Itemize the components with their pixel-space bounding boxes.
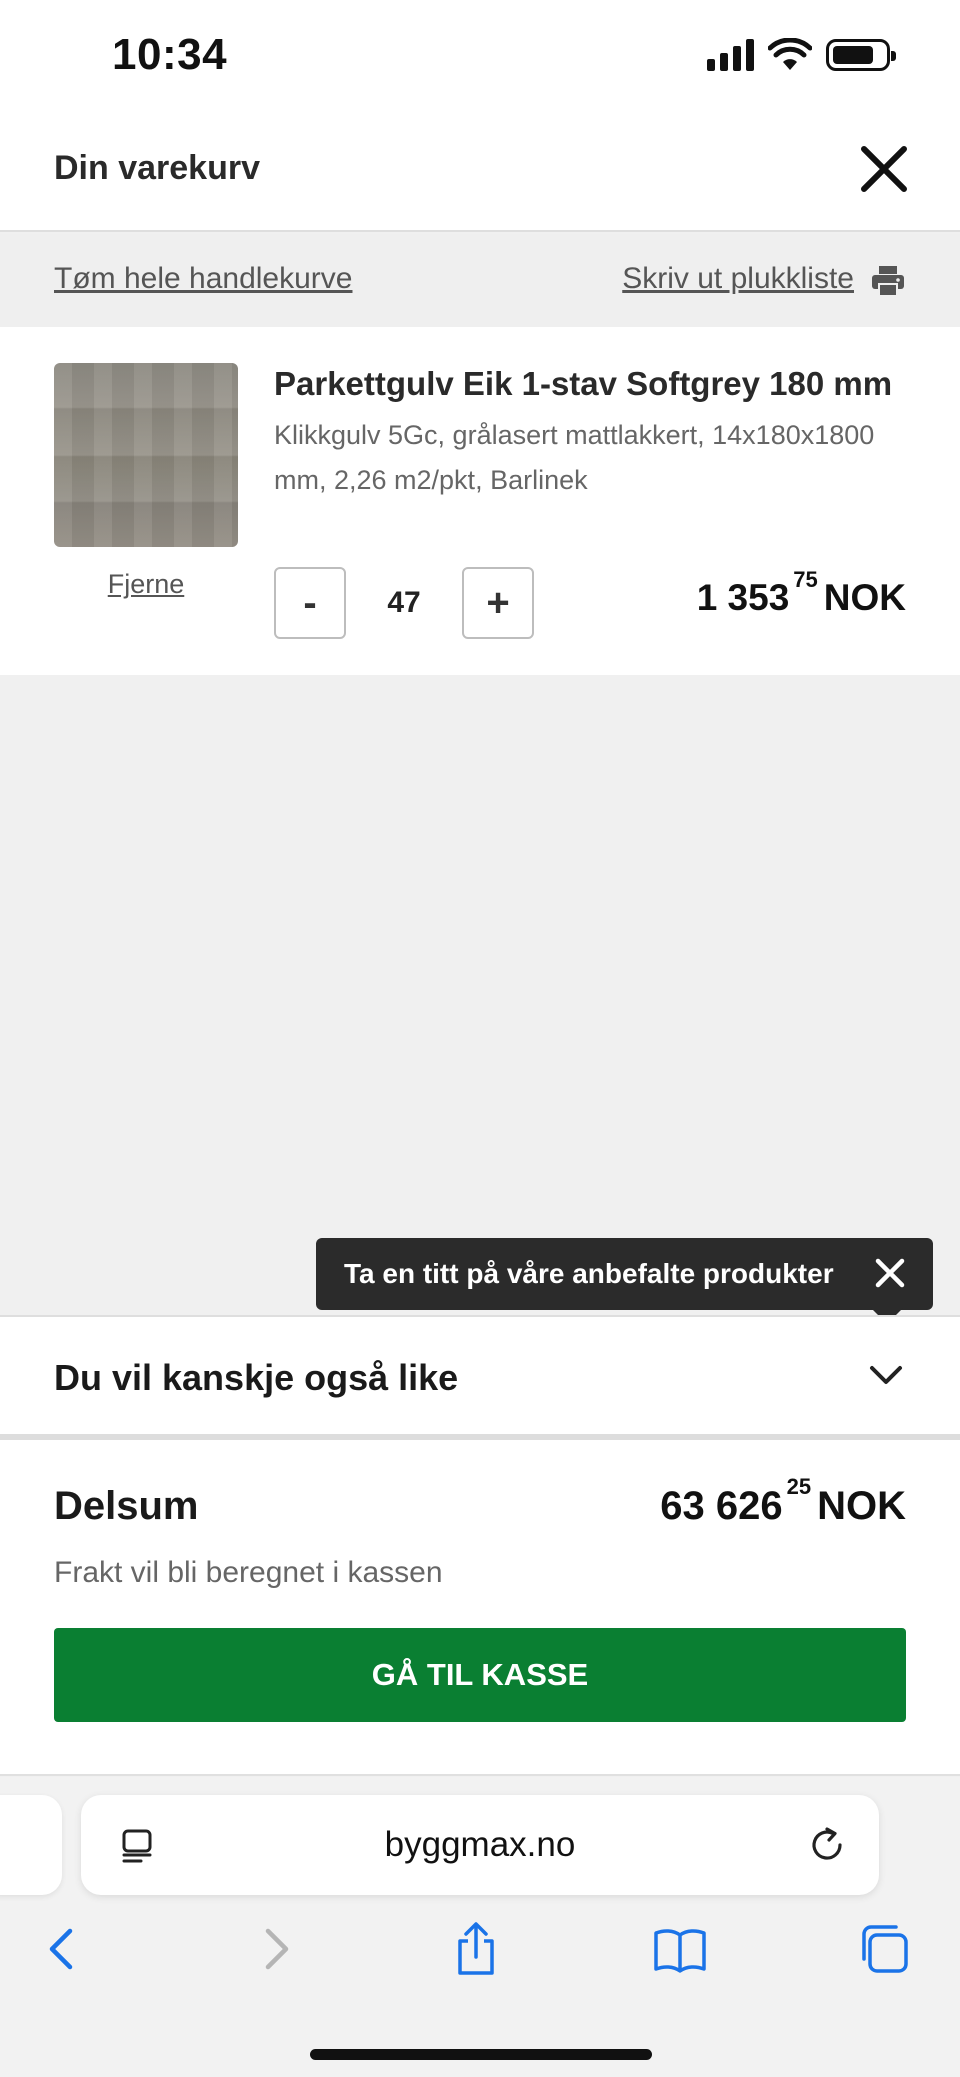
subtotal-price-cents: 25 [786,1474,812,1499]
product-image[interactable] [54,363,238,547]
status-icons [707,38,896,72]
increase-quantity-button[interactable]: + [462,567,534,639]
item-price: 1 353 75 NOK [696,567,906,619]
decrease-quantity-button[interactable]: - [274,567,346,639]
tooltip-text: Ta en titt på våre anbefalte produkter [344,1258,834,1289]
item-price-main: 1 353 [696,577,790,618]
back-icon[interactable] [36,1921,92,1977]
chevron-down-icon[interactable] [868,1363,904,1387]
forward-icon[interactable] [246,1921,302,1977]
item-price-currency: NOK [823,577,906,618]
print-picklist-link[interactable]: Skriv ut plukkliste [622,262,854,296]
close-icon[interactable] [873,1256,907,1290]
home-indicator [310,2049,652,2060]
empty-cart-link[interactable]: Tøm hele handlekurve [54,262,352,296]
status-bar: 10:34 [0,0,960,115]
reload-icon[interactable] [807,1825,847,1865]
cart-header: Din varekurv [0,115,960,232]
address-bar[interactable]: byggmax.no [81,1795,879,1895]
browser-chrome: byggmax.no [0,1777,960,2077]
bookmarks-icon[interactable] [652,1921,708,1977]
subtotal-price-main: 63 626 [660,1484,783,1528]
battery-icon [826,39,896,71]
subtotal-price: 63 626 25 NOK [660,1474,906,1529]
remove-item-link[interactable]: Fjerne [54,569,238,600]
tabs-icon[interactable] [856,1921,912,1977]
item-price-cents: 75 [793,567,818,592]
cart-actions: Tøm hele handlekurve Skriv ut plukkliste [0,234,960,327]
printer-icon[interactable] [870,264,906,298]
browser-toolbar [0,1921,960,2001]
shipping-note: Frakt vil bli beregnet i kassen [54,1556,443,1589]
subtotal-currency: NOK [817,1484,906,1528]
cellular-signal-icon [707,39,754,71]
status-time: 10:34 [112,30,228,79]
wifi-icon [768,38,812,70]
quantity-value[interactable]: 47 [346,567,462,639]
cart-summary: Delsum 63 626 25 NOK Frakt vil bli beregne… [0,1440,960,1776]
cart-item: Fjerne Parkettgulv Eik 1-stav Softgrey 1… [0,327,960,675]
page-title: Din varekurv [54,149,260,187]
product-description: Klikkgulv 5Gc, grålasert mattlakkert, 14… [274,420,875,495]
checkout-button[interactable]: GÅ TIL KASSE [54,1628,906,1722]
recommendations-tooltip: Ta en titt på våre anbefalte produkter [316,1238,933,1324]
subtotal-label: Delsum [54,1484,199,1528]
previous-tab-card[interactable] [0,1795,62,1895]
recommendations-title: Du vil kanskje også like [54,1357,459,1398]
share-icon[interactable] [448,1921,504,1977]
close-icon[interactable] [858,143,910,195]
url-text[interactable]: byggmax.no [81,1825,879,1865]
recommendations-accordion[interactable]: Du vil kanskje også like [0,1315,960,1440]
product-name[interactable]: Parkettgulv Eik 1-stav Softgrey 180 mm [274,365,892,403]
